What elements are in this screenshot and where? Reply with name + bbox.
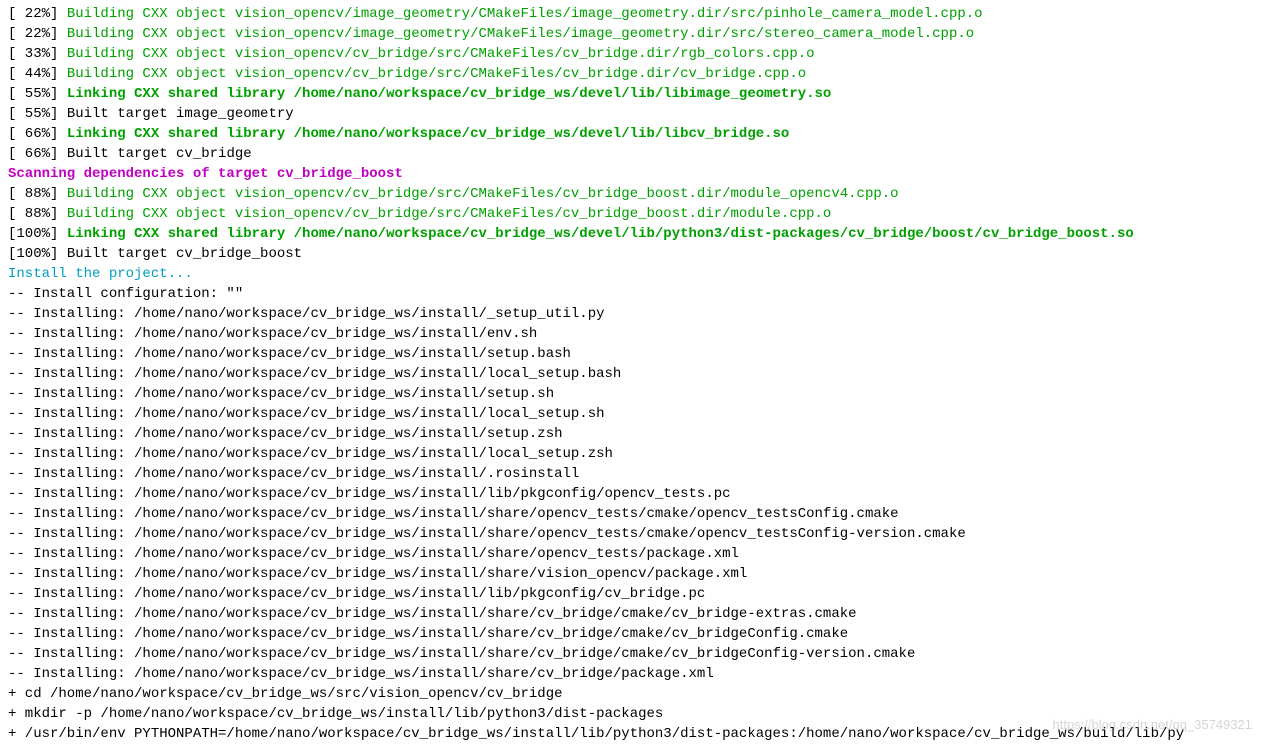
build-message: Linking CXX shared library /home/nano/wo… (67, 226, 1134, 242)
install-output-line: + cd /home/nano/workspace/cv_bridge_ws/s… (8, 684, 1264, 704)
install-output-line: -- Installing: /home/nano/workspace/cv_b… (8, 584, 1264, 604)
build-message: Built target image_geometry (67, 106, 294, 122)
install-output-line: -- Installing: /home/nano/workspace/cv_b… (8, 664, 1264, 684)
install-output-line: -- Installing: /home/nano/workspace/cv_b… (8, 484, 1264, 504)
progress-percent: [ 66%] (8, 146, 67, 162)
progress-percent: [ 44%] (8, 66, 67, 82)
build-output-line: [ 55%] Linking CXX shared library /home/… (8, 84, 1264, 104)
build-message: Linking CXX shared library /home/nano/wo… (67, 86, 832, 102)
build-message: Built target cv_bridge_boost (67, 246, 302, 262)
install-output-line: + mkdir -p /home/nano/workspace/cv_bridg… (8, 704, 1264, 724)
install-output-line: -- Installing: /home/nano/workspace/cv_b… (8, 564, 1264, 584)
progress-percent: [100%] (8, 226, 67, 242)
progress-percent: [100%] (8, 246, 67, 262)
build-output-line: [ 88%] Building CXX object vision_opencv… (8, 184, 1264, 204)
progress-percent: [ 88%] (8, 206, 67, 222)
progress-percent: [ 33%] (8, 46, 67, 62)
build-output-line: [100%] Built target cv_bridge_boost (8, 244, 1264, 264)
build-output-line: [ 66%] Built target cv_bridge (8, 144, 1264, 164)
install-output-line: -- Installing: /home/nano/workspace/cv_b… (8, 364, 1264, 384)
build-message: Building CXX object vision_opencv/cv_bri… (67, 186, 899, 202)
progress-percent: [ 55%] (8, 86, 67, 102)
progress-percent: [ 55%] (8, 106, 67, 122)
build-message: Built target cv_bridge (67, 146, 252, 162)
install-output-line: -- Installing: /home/nano/workspace/cv_b… (8, 444, 1264, 464)
build-output-line: [100%] Linking CXX shared library /home/… (8, 224, 1264, 244)
install-output-line: -- Installing: /home/nano/workspace/cv_b… (8, 424, 1264, 444)
install-header-line: Install the project... (8, 264, 1264, 284)
scanning-dependencies-line: Scanning dependencies of target cv_bridg… (8, 164, 1264, 184)
install-output-line: -- Installing: /home/nano/workspace/cv_b… (8, 344, 1264, 364)
progress-percent: [ 22%] (8, 6, 67, 22)
install-output-line: -- Installing: /home/nano/workspace/cv_b… (8, 524, 1264, 544)
build-message: Linking CXX shared library /home/nano/wo… (67, 126, 790, 142)
build-output-line: [ 55%] Built target image_geometry (8, 104, 1264, 124)
build-output-line: [ 66%] Linking CXX shared library /home/… (8, 124, 1264, 144)
install-output-line: -- Installing: /home/nano/workspace/cv_b… (8, 544, 1264, 564)
progress-percent: [ 88%] (8, 186, 67, 202)
build-message: Building CXX object vision_opencv/cv_bri… (67, 66, 806, 82)
build-message: Building CXX object vision_opencv/image_… (67, 26, 974, 42)
progress-percent: [ 66%] (8, 126, 67, 142)
build-message: Building CXX object vision_opencv/cv_bri… (67, 206, 832, 222)
terminal-output: [ 22%] Building CXX object vision_opencv… (8, 4, 1264, 744)
install-output-line: -- Installing: /home/nano/workspace/cv_b… (8, 304, 1264, 324)
install-output-line: -- Installing: /home/nano/workspace/cv_b… (8, 644, 1264, 664)
install-output-line: -- Installing: /home/nano/workspace/cv_b… (8, 404, 1264, 424)
install-output-line: + /usr/bin/env PYTHONPATH=/home/nano/wor… (8, 724, 1264, 744)
install-output-line: -- Installing: /home/nano/workspace/cv_b… (8, 624, 1264, 644)
install-output-line: -- Installing: /home/nano/workspace/cv_b… (8, 504, 1264, 524)
build-output-line: [ 88%] Building CXX object vision_opencv… (8, 204, 1264, 224)
build-message: Building CXX object vision_opencv/cv_bri… (67, 46, 815, 62)
install-output-line: -- Install configuration: "" (8, 284, 1264, 304)
build-output-line: [ 22%] Building CXX object vision_opencv… (8, 4, 1264, 24)
install-output-line: -- Installing: /home/nano/workspace/cv_b… (8, 324, 1264, 344)
install-output-line: -- Installing: /home/nano/workspace/cv_b… (8, 384, 1264, 404)
install-output-line: -- Installing: /home/nano/workspace/cv_b… (8, 604, 1264, 624)
build-output-line: [ 33%] Building CXX object vision_opencv… (8, 44, 1264, 64)
install-output-line: -- Installing: /home/nano/workspace/cv_b… (8, 464, 1264, 484)
build-output-line: [ 22%] Building CXX object vision_opencv… (8, 24, 1264, 44)
build-message: Building CXX object vision_opencv/image_… (67, 6, 983, 22)
progress-percent: [ 22%] (8, 26, 67, 42)
build-output-line: [ 44%] Building CXX object vision_opencv… (8, 64, 1264, 84)
